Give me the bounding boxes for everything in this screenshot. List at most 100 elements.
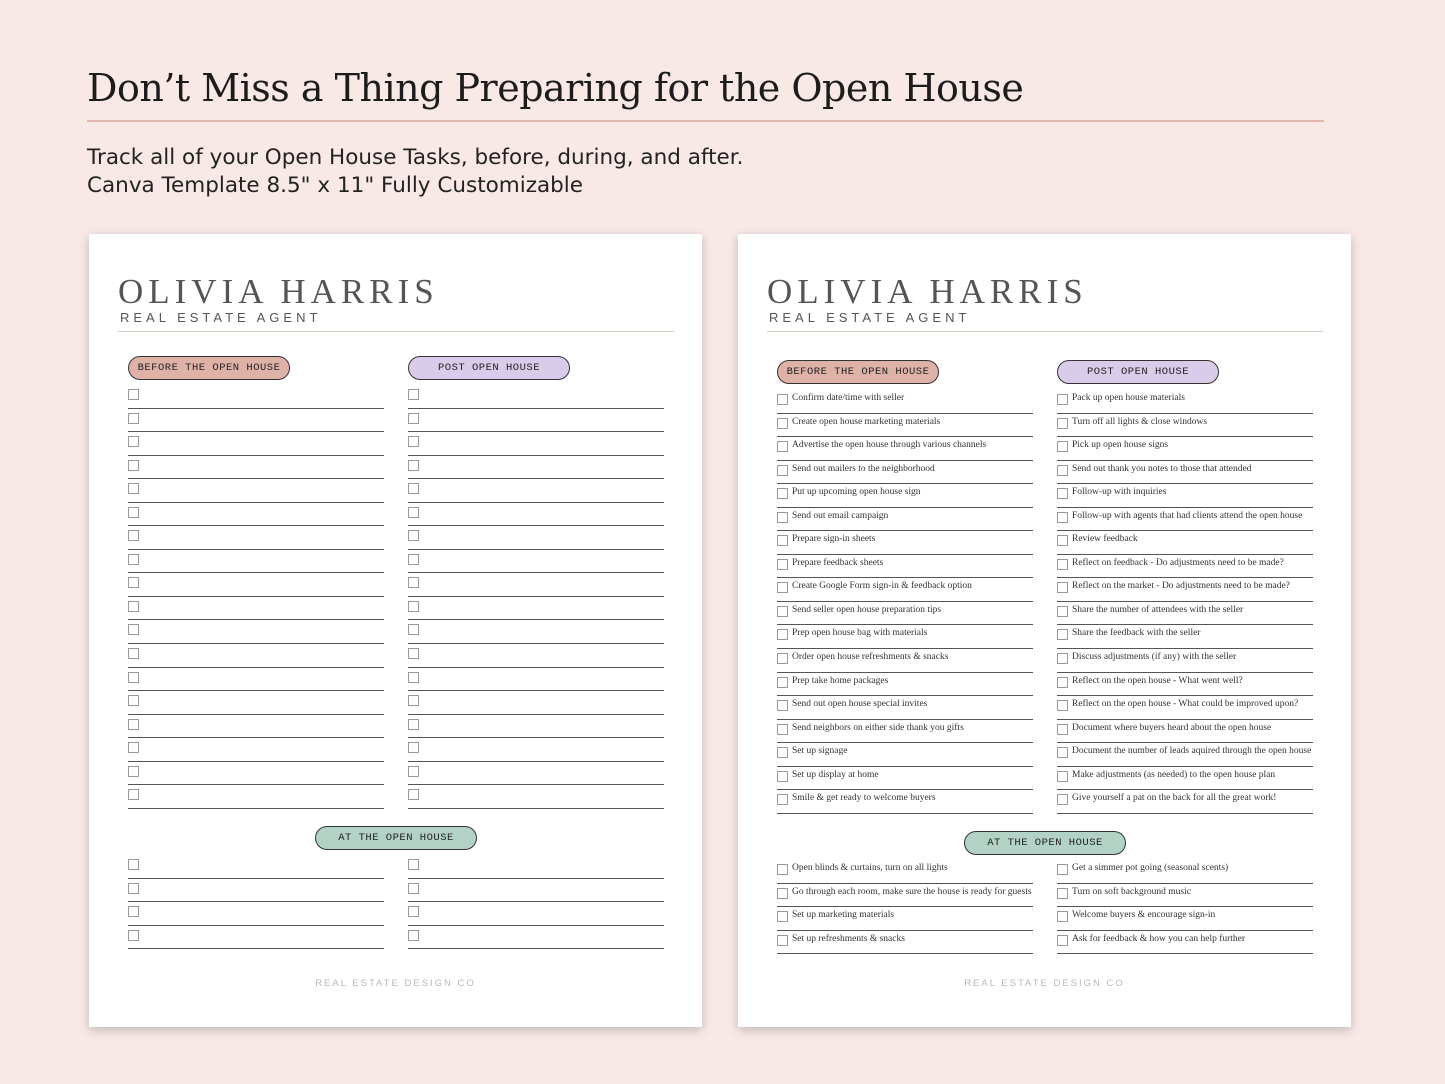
checkbox[interactable] xyxy=(1057,558,1068,570)
checkbox[interactable] xyxy=(128,412,139,424)
checkbox[interactable] xyxy=(128,906,139,918)
checkbox[interactable] xyxy=(1057,605,1068,617)
checkbox[interactable] xyxy=(1057,934,1068,946)
checkbox[interactable] xyxy=(408,506,419,518)
checkbox[interactable] xyxy=(777,605,788,617)
checkbox[interactable] xyxy=(128,789,139,801)
checkbox[interactable] xyxy=(128,929,139,941)
checkbox[interactable] xyxy=(777,535,788,547)
checkbox[interactable] xyxy=(777,511,788,523)
checkbox[interactable] xyxy=(777,441,788,453)
checkbox[interactable] xyxy=(128,389,139,400)
checkbox[interactable] xyxy=(408,882,419,894)
checkbox[interactable] xyxy=(408,483,419,495)
checkbox[interactable] xyxy=(1057,511,1068,523)
checklist-row: Share the number of attendees with the s… xyxy=(1057,602,1313,626)
checkbox[interactable] xyxy=(1057,394,1068,405)
checkbox[interactable] xyxy=(1057,535,1068,547)
checklist-row: Welcome buyers & encourage sign-in xyxy=(1057,907,1313,931)
checkbox[interactable] xyxy=(408,412,419,424)
checklist-row: Reflect on feedback - Do adjustments nee… xyxy=(1057,555,1313,579)
checkbox[interactable] xyxy=(128,483,139,495)
checkbox[interactable] xyxy=(1057,582,1068,594)
task-text: Set up signage xyxy=(792,746,848,757)
task-text: Send neighbors on either side thank you … xyxy=(792,722,964,733)
checkbox[interactable] xyxy=(777,770,788,782)
checkbox[interactable] xyxy=(128,600,139,612)
checkbox[interactable] xyxy=(777,653,788,665)
checkbox[interactable] xyxy=(1057,653,1068,665)
checkbox[interactable] xyxy=(408,929,419,941)
checkbox[interactable] xyxy=(777,558,788,570)
checkbox[interactable] xyxy=(777,887,788,899)
checkbox[interactable] xyxy=(1057,770,1068,782)
checkbox[interactable] xyxy=(1057,887,1068,899)
checkbox[interactable] xyxy=(408,859,419,870)
checkbox[interactable] xyxy=(777,582,788,594)
checkbox[interactable] xyxy=(408,695,419,707)
checkbox[interactable] xyxy=(1057,700,1068,712)
checkbox[interactable] xyxy=(128,648,139,660)
checkbox[interactable] xyxy=(1057,747,1068,759)
checkbox[interactable] xyxy=(777,676,788,688)
checkbox[interactable] xyxy=(777,464,788,476)
agent-name: OLIVIA HARRIS xyxy=(118,272,439,311)
checkbox[interactable] xyxy=(408,789,419,801)
checkbox[interactable] xyxy=(1057,723,1068,735)
checkbox[interactable] xyxy=(1057,864,1068,875)
checkbox[interactable] xyxy=(128,506,139,518)
checkbox[interactable] xyxy=(1057,676,1068,688)
checkbox[interactable] xyxy=(408,459,419,471)
checkbox[interactable] xyxy=(128,859,139,870)
checkbox[interactable] xyxy=(777,794,788,806)
checkbox[interactable] xyxy=(1057,488,1068,500)
checkbox[interactable] xyxy=(408,577,419,589)
checkbox[interactable] xyxy=(408,742,419,754)
checkbox[interactable] xyxy=(128,459,139,471)
checkbox[interactable] xyxy=(777,911,788,923)
checkbox[interactable] xyxy=(128,882,139,894)
checkbox[interactable] xyxy=(128,436,139,448)
checkbox[interactable] xyxy=(408,906,419,918)
write-line xyxy=(1057,953,1313,955)
checkbox[interactable] xyxy=(408,553,419,565)
checkbox[interactable] xyxy=(777,747,788,759)
checkbox[interactable] xyxy=(408,718,419,730)
checkbox[interactable] xyxy=(1057,911,1068,923)
checkbox[interactable] xyxy=(777,417,788,429)
checkbox[interactable] xyxy=(408,671,419,683)
checkbox[interactable] xyxy=(128,718,139,730)
checkbox[interactable] xyxy=(128,530,139,542)
checklist-row xyxy=(128,620,384,645)
task-text: Follow-up with agents that had clients a… xyxy=(1072,510,1303,521)
checkbox[interactable] xyxy=(128,577,139,589)
checkbox[interactable] xyxy=(128,553,139,565)
checkbox[interactable] xyxy=(777,629,788,641)
checkbox[interactable] xyxy=(1057,417,1068,429)
checkbox[interactable] xyxy=(408,600,419,612)
checkbox[interactable] xyxy=(1057,464,1068,476)
checkbox[interactable] xyxy=(128,765,139,777)
checkbox[interactable] xyxy=(408,624,419,636)
checkbox[interactable] xyxy=(128,671,139,683)
checkbox[interactable] xyxy=(1057,441,1068,453)
checkbox[interactable] xyxy=(1057,794,1068,806)
checkbox[interactable] xyxy=(777,723,788,735)
checkbox[interactable] xyxy=(408,648,419,660)
checkbox[interactable] xyxy=(128,624,139,636)
checklist-row xyxy=(408,526,664,550)
task-text: Send out open house special invites xyxy=(792,699,928,710)
checkbox[interactable] xyxy=(777,394,788,405)
checkbox[interactable] xyxy=(777,700,788,712)
checkbox[interactable] xyxy=(408,389,419,400)
checkbox[interactable] xyxy=(408,436,419,448)
checkbox[interactable] xyxy=(777,864,788,875)
checklist-row xyxy=(408,573,664,597)
checkbox[interactable] xyxy=(408,530,419,542)
checkbox[interactable] xyxy=(777,488,788,500)
checkbox[interactable] xyxy=(128,695,139,707)
checkbox[interactable] xyxy=(1057,629,1068,641)
checkbox[interactable] xyxy=(408,765,419,777)
checkbox[interactable] xyxy=(128,742,139,754)
checkbox[interactable] xyxy=(777,934,788,946)
